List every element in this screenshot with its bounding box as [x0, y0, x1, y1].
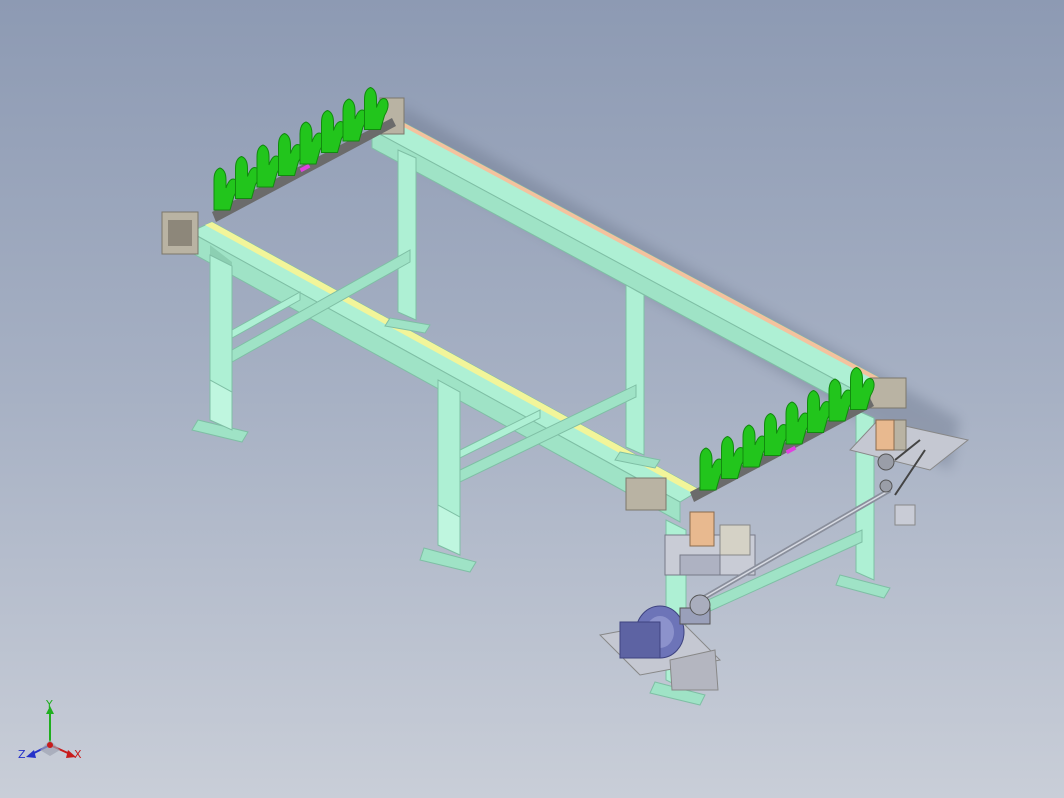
z-axis-label: Z [18, 748, 26, 761]
cad-viewport[interactable]: Y Z X [0, 0, 1064, 798]
gripper-fingers-back [213, 86, 389, 211]
y-axis-label: Y [45, 700, 53, 711]
orientation-triad: Y Z X [18, 700, 82, 761]
x-axis-label: X [74, 748, 82, 761]
conveyor-frame-model[interactable] [0, 0, 1064, 798]
